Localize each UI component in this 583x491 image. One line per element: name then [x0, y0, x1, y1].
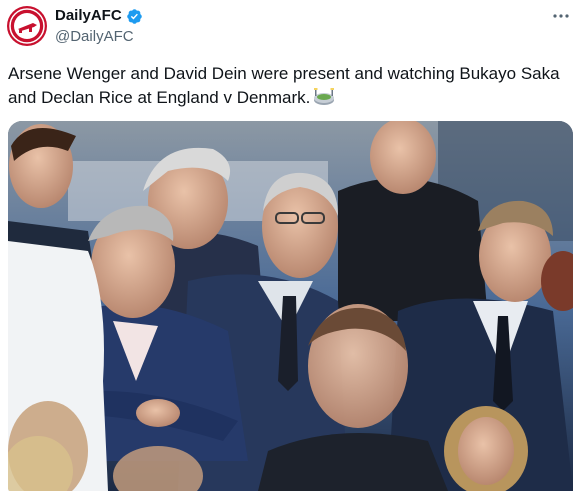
tweet-text-content: Arsene Wenger and David Dein were presen… [8, 64, 560, 107]
stadium-crowd-photo [8, 121, 573, 491]
author-name-row: DailyAFC [55, 6, 143, 26]
tweet-text: Arsene Wenger and David Dein were presen… [8, 62, 573, 110]
tweet-photo[interactable] [8, 121, 573, 491]
verified-badge-icon [126, 8, 142, 24]
arsenal-crest-icon [9, 8, 45, 44]
author-display-name[interactable]: DailyAFC [55, 6, 122, 26]
stadium-icon [314, 88, 335, 105]
tweet: DailyAFC @DailyAFC Arsene Wenger and Dav… [0, 0, 583, 491]
author-handle[interactable]: @DailyAFC [55, 27, 134, 47]
author-avatar[interactable] [7, 6, 47, 46]
more-options-icon[interactable] [551, 6, 571, 26]
